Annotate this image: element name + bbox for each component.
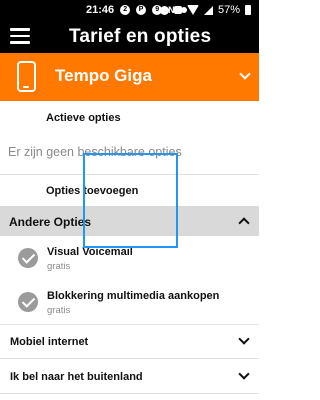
chevron-down-icon[interactable] <box>239 68 251 80</box>
divider <box>0 358 259 359</box>
status-right: 57% <box>159 4 251 16</box>
wifi-icon <box>186 5 199 15</box>
chevron-down-icon[interactable] <box>238 368 250 380</box>
check-circle-icon <box>18 292 38 312</box>
notification-icon-1: 2 <box>120 5 131 15</box>
signal-icon <box>203 5 213 15</box>
row-label: Ik bel naar het buitenland <box>10 371 143 383</box>
check-circle-icon <box>18 248 38 268</box>
page-title: Tarief en opties <box>69 26 212 47</box>
alarm-icon <box>159 5 169 15</box>
phone-icon <box>17 61 36 92</box>
other-options-heading: Andere Opties <box>9 215 92 229</box>
option-title: Blokkering multimedia aankopen <box>47 290 220 302</box>
vibrate-icon <box>173 6 182 14</box>
row-mobile-internet[interactable]: Mobiel internet <box>0 325 259 360</box>
plan-header[interactable]: Tempo Giga <box>0 53 259 101</box>
chevron-up-icon[interactable] <box>238 217 250 229</box>
battery-percentage: 57% <box>217 4 240 16</box>
status-time: 21:46 <box>86 4 115 16</box>
option-subtitle: gratis <box>47 261 71 272</box>
status-bar: 21:46 2 P 9 N 57% <box>0 0 259 20</box>
notification-icon-2: P <box>136 5 147 15</box>
app-bar: Tarief en opties <box>0 20 259 53</box>
selection-overlay <box>83 153 178 248</box>
chevron-down-icon[interactable] <box>238 333 250 345</box>
row-label: Mobiel internet <box>10 336 89 348</box>
list-item[interactable]: Visual Voicemail gratis <box>0 246 259 286</box>
active-options-heading: Actieve opties <box>46 112 121 124</box>
battery-icon <box>245 5 251 15</box>
option-subtitle: gratis <box>47 305 71 316</box>
divider <box>0 393 259 394</box>
row-international-calls[interactable]: Ik bel naar het buitenland <box>0 360 259 395</box>
plan-name: Tempo Giga <box>55 66 152 85</box>
menu-icon[interactable] <box>10 28 30 44</box>
